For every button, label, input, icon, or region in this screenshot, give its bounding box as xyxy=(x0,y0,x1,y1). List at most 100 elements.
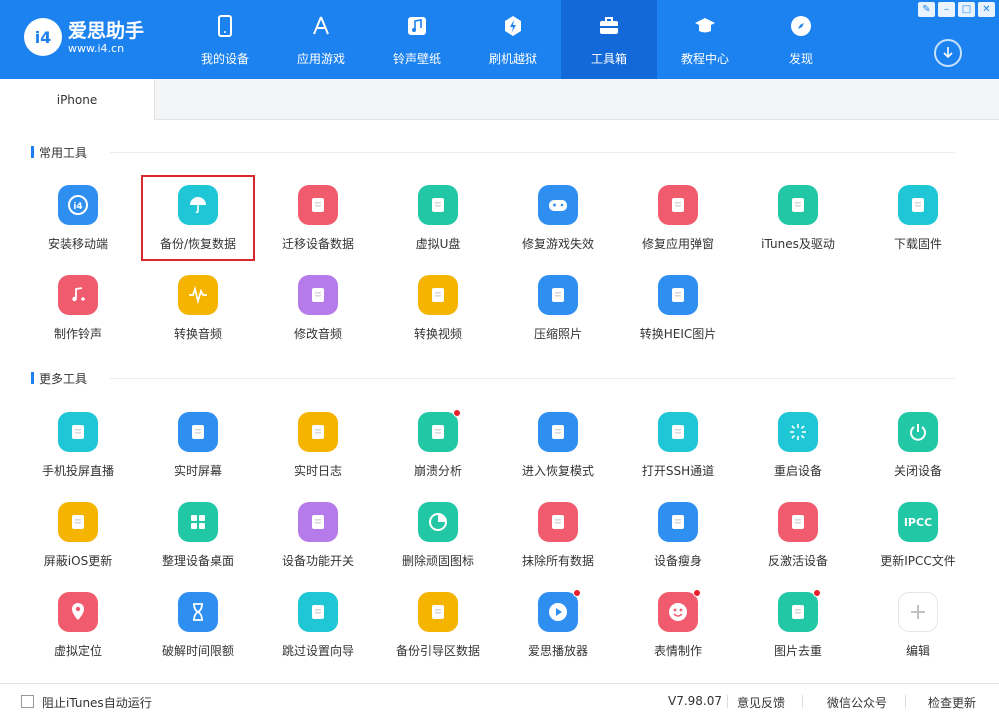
tool-recovery-mode[interactable]: 进入恢复模式 xyxy=(503,404,613,486)
app-url: www.i4.cn xyxy=(68,41,125,55)
usb-drive-icon xyxy=(418,185,458,225)
tool-broom[interactable]: 设备瘦身 xyxy=(623,494,733,576)
tool-label: 虚拟U盘 xyxy=(415,237,461,251)
tool-label: 安装移动端 xyxy=(47,237,108,251)
nav-item-0[interactable]: 我的设备 xyxy=(177,0,273,79)
download-manager-button[interactable] xyxy=(934,39,962,67)
tool-label: 反激活设备 xyxy=(767,554,828,568)
tool-label: 破解时间限额 xyxy=(161,644,234,658)
tool-location-pin[interactable]: 虚拟定位 xyxy=(23,584,133,666)
nav-item-1[interactable]: 应用游戏 xyxy=(273,0,369,79)
tool-grid[interactable]: 整理设备桌面 xyxy=(143,494,253,576)
tool-video-convert[interactable]: 转换视频 xyxy=(383,267,493,349)
block-itunes-checkbox[interactable] xyxy=(21,695,34,708)
eraser-icon xyxy=(538,502,578,542)
download-arrow-icon xyxy=(943,47,953,59)
tool-ssh-terminal[interactable]: 打开SSH通道 xyxy=(623,404,733,486)
nav-item-3[interactable]: 刷机越狱 xyxy=(465,0,561,79)
tab-iphone[interactable]: iPhone xyxy=(0,79,155,120)
tool-block-update[interactable]: 屏蔽iOS更新 xyxy=(23,494,133,576)
ssh-terminal-icon xyxy=(658,412,698,452)
phone-icon xyxy=(213,14,237,38)
tool-play[interactable]: 爱思播放器 xyxy=(503,584,613,666)
image-dedupe-icon xyxy=(778,589,821,632)
logo-icon: i4 xyxy=(24,18,62,56)
plus-icon xyxy=(898,592,938,632)
tool-toggle[interactable]: 设备功能开关 xyxy=(263,494,373,576)
nav-label: 我的设备 xyxy=(200,52,249,66)
tool-label: 图片去重 xyxy=(773,644,822,658)
folder-backup-icon xyxy=(418,592,458,632)
recovery-mode-icon xyxy=(538,412,578,452)
section-title-common: 常用工具 xyxy=(31,145,87,160)
tool-label: 进入恢复模式 xyxy=(521,464,594,478)
i4-app-icon: i4 xyxy=(58,185,98,225)
tool-ipcc[interactable]: IPCC 更新IPCC文件 xyxy=(863,494,973,576)
tool-restart[interactable]: 重启设备 xyxy=(743,404,853,486)
tool-folder-backup[interactable]: 备份引导区数据 xyxy=(383,584,493,666)
tool-label: 屏蔽iOS更新 xyxy=(43,554,113,568)
nav-item-6[interactable]: 发现 xyxy=(753,0,849,79)
tool-skip-setup[interactable]: 跳过设置向导 xyxy=(263,584,373,666)
block-itunes-label: 阻止iTunes自动运行 xyxy=(42,696,152,710)
tool-log[interactable]: 实时日志 xyxy=(263,404,373,486)
tool-photo-compress[interactable]: 压缩照片 xyxy=(503,267,613,349)
music-icon xyxy=(405,14,429,38)
tool-itunes[interactable]: iTunes及驱动 xyxy=(743,177,853,259)
tool-repair-window[interactable]: 修复应用弹窗 xyxy=(623,177,733,259)
tool-i4-app[interactable]: i4 安装移动端 xyxy=(23,177,133,259)
tool-plus[interactable]: 编辑 xyxy=(863,584,973,666)
nav-item-4[interactable]: 工具箱 xyxy=(561,0,657,79)
tool-migrate[interactable]: 迁移设备数据 xyxy=(263,177,373,259)
tool-label: 编辑 xyxy=(905,644,930,658)
tool-emoji[interactable]: 表情制作 xyxy=(623,584,733,666)
tool-screen-cast[interactable]: 手机投屏直播 xyxy=(23,404,133,486)
tool-label: 转换音频 xyxy=(173,327,222,341)
restart-icon xyxy=(778,412,818,452)
nav-label: 应用游戏 xyxy=(296,52,345,66)
skin-icon[interactable]: ✎ xyxy=(918,2,935,17)
check-update-link[interactable]: 检查更新 xyxy=(928,694,976,711)
tool-label: 转换HEIC图片 xyxy=(639,327,717,341)
emoji-icon xyxy=(658,589,701,632)
tool-pie-delete[interactable]: 删除顽固图标 xyxy=(383,494,493,576)
nav-label: 铃声壁纸 xyxy=(392,52,441,66)
tool-image-dedupe[interactable]: 图片去重 xyxy=(743,584,853,666)
tool-power[interactable]: 关闭设备 xyxy=(863,404,973,486)
divider xyxy=(110,378,955,379)
tool-label: 表情制作 xyxy=(653,644,702,658)
tool-label: 备份/恢复数据 xyxy=(159,237,237,251)
minimize-icon[interactable]: – xyxy=(938,2,955,17)
tool-label: 更新IPCC文件 xyxy=(880,554,956,568)
feedback-link[interactable]: 意见反馈 xyxy=(737,694,785,711)
tool-live-screen[interactable]: 实时屏幕 xyxy=(143,404,253,486)
new-badge xyxy=(693,589,701,597)
main-nav: 我的设备 应用游戏 铃声壁纸 刷机越狱 工具箱 教程中心 发现 xyxy=(177,0,849,79)
gamepad-icon xyxy=(538,185,578,225)
tool-hourglass[interactable]: 破解时间限额 xyxy=(143,584,253,666)
nav-item-5[interactable]: 教程中心 xyxy=(657,0,753,79)
tool-ringtone[interactable]: 制作铃声 xyxy=(23,267,133,349)
tool-label: 转换视频 xyxy=(413,327,462,341)
tool-crash-analysis[interactable]: 崩溃分析 xyxy=(383,404,493,486)
close-icon[interactable]: ✕ xyxy=(978,2,995,17)
window-controls: ✎ – □ ✕ xyxy=(918,2,995,17)
tool-deactivate[interactable]: 反激活设备 xyxy=(743,494,853,576)
tool-label: 迁移设备数据 xyxy=(281,237,354,251)
tool-firmware-download[interactable]: 下载固件 xyxy=(863,177,973,259)
nav-item-2[interactable]: 铃声壁纸 xyxy=(369,0,465,79)
tool-audio-edit[interactable]: 修改音频 xyxy=(263,267,373,349)
tool-label: 整理设备桌面 xyxy=(161,554,234,568)
tool-audio-wave[interactable]: 转换音频 xyxy=(143,267,253,349)
tool-usb-drive[interactable]: 虚拟U盘 xyxy=(383,177,493,259)
tool-umbrella[interactable]: 备份/恢复数据 xyxy=(141,175,255,261)
svg-text:i4: i4 xyxy=(73,202,82,212)
tool-gamepad[interactable]: 修复游戏失效 xyxy=(503,177,613,259)
tool-eraser[interactable]: 抹除所有数据 xyxy=(503,494,613,576)
tool-label: 手机投屏直播 xyxy=(41,464,114,478)
live-screen-icon xyxy=(178,412,218,452)
tool-heic-convert[interactable]: 转换HEIC图片 xyxy=(623,267,733,349)
maximize-icon[interactable]: □ xyxy=(958,2,975,17)
wechat-link[interactable]: 微信公众号 xyxy=(827,694,887,711)
play-icon xyxy=(538,589,581,632)
